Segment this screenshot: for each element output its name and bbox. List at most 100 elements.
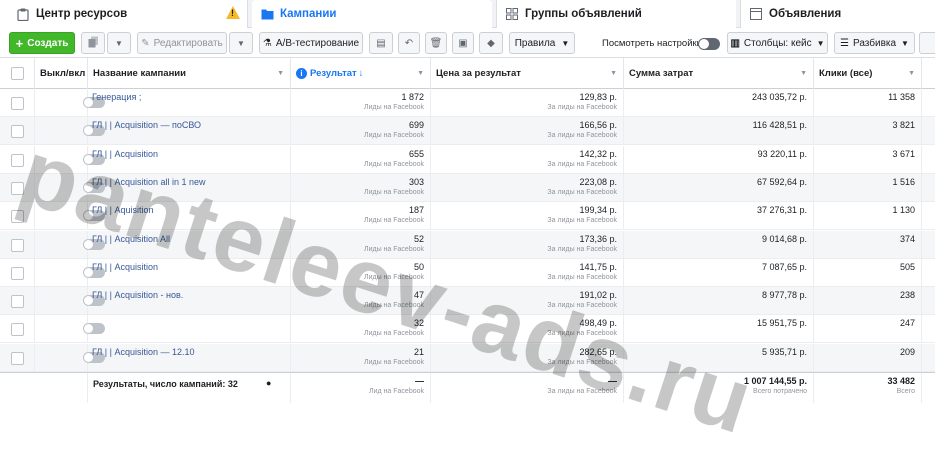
- row-checkbox[interactable]: [11, 323, 24, 337]
- result-sub: Лиды на Facebook: [363, 132, 424, 140]
- table-row[interactable]: Генерация ; 1 872 Лиды на Facebook 129,83 р…: [0, 89, 935, 117]
- campaign-name-link[interactable]: ГЛ | | Acquisition — поСВО: [92, 120, 272, 130]
- col-header-cost[interactable]: Цена за результат ▼: [431, 58, 624, 89]
- duplicate-dropdown[interactable]: ▼: [107, 32, 131, 54]
- grid-icon: [505, 7, 519, 21]
- create-button[interactable]: + Создать: [9, 32, 75, 54]
- chevron-down-icon: ▼: [800, 70, 807, 77]
- table-row[interactable]: ГЛ | | Aquisition 187 Лиды на Facebook 199,…: [0, 202, 935, 231]
- totals-cost-value: —: [608, 376, 617, 386]
- spent-value: 243 035,72 р.: [751, 92, 807, 102]
- row-checkbox[interactable]: [11, 238, 24, 252]
- rules-button[interactable]: Правила ▼: [509, 32, 575, 54]
- more-button[interactable]: [919, 32, 935, 54]
- row-checkbox[interactable]: [11, 210, 24, 224]
- ab-label: A/B-тестирование: [275, 37, 360, 49]
- preview-button[interactable]: ▣: [452, 32, 474, 54]
- duplicate-button[interactable]: [81, 32, 105, 54]
- warning-icon[interactable]: [226, 6, 240, 19]
- cost-value: 129,83 р.: [579, 92, 617, 102]
- chevron-down-icon: ▼: [115, 38, 123, 48]
- campaign-name-link[interactable]: ГЛ | | Acquisition All: [92, 234, 272, 244]
- row-name-cell: [88, 315, 291, 344]
- tag-button[interactable]: ◆: [479, 32, 503, 54]
- col-header-clicks[interactable]: Клики (все) ▼: [814, 58, 922, 89]
- view-settings-toggle[interactable]: [698, 38, 720, 50]
- table-row[interactable]: ГЛ | | Acquisition All 52 Лиды на Facebook…: [0, 230, 935, 259]
- table-row[interactable]: ГЛ | | Acquisition 50 Лиды на Facebook 141,…: [0, 258, 935, 287]
- campaign-name-link[interactable]: ГЛ | | Acquisition - нов.: [92, 290, 272, 300]
- table-row[interactable]: 32 Лиды на Facebook 498,49 р. За лиды на Fa…: [0, 315, 935, 344]
- undo-button[interactable]: ↶: [398, 32, 420, 54]
- row-checkbox[interactable]: [11, 266, 24, 280]
- edit-button[interactable]: ✎ Редактировать: [137, 32, 227, 54]
- row-checkbox[interactable]: [11, 97, 24, 110]
- col-header-result[interactable]: i Результат ↓ ▼: [291, 58, 431, 89]
- clicks-value: 11 358: [888, 92, 915, 102]
- campaign-name-link[interactable]: Генерация ;: [92, 92, 272, 102]
- col-header-spent[interactable]: Сумма затрат ▼: [624, 58, 814, 89]
- row-name-cell: ГЛ | | Acquisition all in 1 new: [88, 173, 291, 202]
- row-select-cell: [0, 315, 35, 344]
- result-value: 303: [408, 176, 424, 187]
- breakdown-icon: ☰: [840, 37, 849, 49]
- row-result-cell: 52 Лиды на Facebook: [291, 230, 431, 259]
- row-result-cell: 32 Лиды на Facebook: [291, 315, 431, 344]
- columns-button[interactable]: ▥ Столбцы: кейс ▼: [727, 32, 828, 54]
- row-select-cell: [0, 343, 35, 372]
- row-result-cell: 699 Лиды на Facebook: [291, 117, 431, 146]
- row-result-cell: 303 Лиды на Facebook: [291, 173, 431, 202]
- chevron-down-icon: ▼: [610, 70, 617, 77]
- totals-cost: — За лиды на Facebook: [431, 373, 624, 403]
- info-icon[interactable]: ●: [266, 378, 271, 388]
- clipboard-button[interactable]: ▤: [369, 32, 393, 54]
- campaign-name-link[interactable]: ГЛ | | Acquisition: [92, 262, 272, 272]
- delete-button[interactable]: 🗑: [425, 32, 447, 54]
- campaign-name-link[interactable]: ГЛ | | Acquisition — 12.10: [92, 347, 272, 357]
- folder-icon: [260, 7, 274, 21]
- row-result-cell: 50 Лиды на Facebook: [291, 258, 431, 287]
- tab-ad-groups[interactable]: Группы объявлений: [496, 0, 736, 28]
- plus-icon: +: [15, 35, 24, 51]
- cost-value: 142,32 р.: [579, 148, 617, 159]
- row-checkbox[interactable]: [11, 295, 24, 309]
- col-header-name[interactable]: Название кампании ▼: [88, 58, 291, 89]
- campaign-name-link[interactable]: ГЛ | | Aquisition: [92, 205, 272, 215]
- col-header-toggle[interactable]: Выкл/вкл: [35, 58, 88, 89]
- row-checkbox[interactable]: [11, 351, 24, 365]
- campaign-name-link[interactable]: ГЛ | | Acquisition: [92, 149, 272, 159]
- table-row[interactable]: ГЛ | | Acquisition — поСВО 699 Лиды на Fac…: [0, 117, 935, 146]
- table-row[interactable]: ГЛ | | Acquisition — 12.10 21 Лиды на Face…: [0, 343, 935, 372]
- row-cost-cell: 141,75 р. За лиды на Facebook: [431, 258, 624, 287]
- table-row[interactable]: ГЛ | | Acquisition 655 Лиды на Facebook 142…: [0, 145, 935, 174]
- row-select-cell: [0, 173, 35, 202]
- tab-ads[interactable]: Объявления: [740, 0, 935, 28]
- edit-dropdown[interactable]: ▼: [229, 32, 253, 54]
- row-cost-cell: 142,32 р. За лиды на Facebook: [431, 145, 624, 174]
- campaign-name-link[interactable]: ГЛ | | Acquisition all in 1 new: [92, 177, 272, 187]
- ab-test-button[interactable]: ⚗ A/B-тестирование: [259, 32, 363, 54]
- row-toggle-cell: [35, 230, 105, 259]
- table-row[interactable]: ГЛ | | Acquisition all in 1 new 303 Лиды н…: [0, 173, 935, 202]
- clicks-value: 247: [899, 318, 915, 329]
- spent-value: 8 977,78 р.: [761, 290, 807, 301]
- result-sub: Лиды на Facebook: [363, 302, 424, 310]
- result-value: 47: [413, 290, 424, 301]
- row-cost-cell: 498,49 р. За лиды на Facebook: [431, 315, 624, 344]
- select-all-checkbox[interactable]: [11, 67, 24, 80]
- row-checkbox[interactable]: [11, 125, 24, 139]
- row-clicks-cell: 11 358: [814, 89, 922, 117]
- row-checkbox[interactable]: [11, 153, 24, 167]
- cost-value: 141,75 р.: [579, 261, 617, 272]
- row-cost-cell: 282,65 р. За лиды на Facebook: [431, 343, 624, 372]
- totals-label: Результаты, число кампаний: 32: [93, 379, 238, 389]
- table-row[interactable]: ГЛ | | Acquisition - нов. 47 Лиды на Faceb…: [0, 287, 935, 316]
- tab-campaigns[interactable]: Кампании: [252, 0, 492, 28]
- totals-blank: [0, 373, 88, 403]
- row-checkbox[interactable]: [11, 181, 24, 195]
- row-spent-cell: 243 035,72 р.: [624, 89, 814, 117]
- breakdown-button[interactable]: ☰ Разбивка ▼: [834, 32, 915, 54]
- result-value: 50: [413, 261, 424, 272]
- tab-resource-center[interactable]: Центр ресурсов: [0, 0, 248, 28]
- tab-bar: Центр ресурсов Кампании Группы объявлени…: [0, 0, 935, 28]
